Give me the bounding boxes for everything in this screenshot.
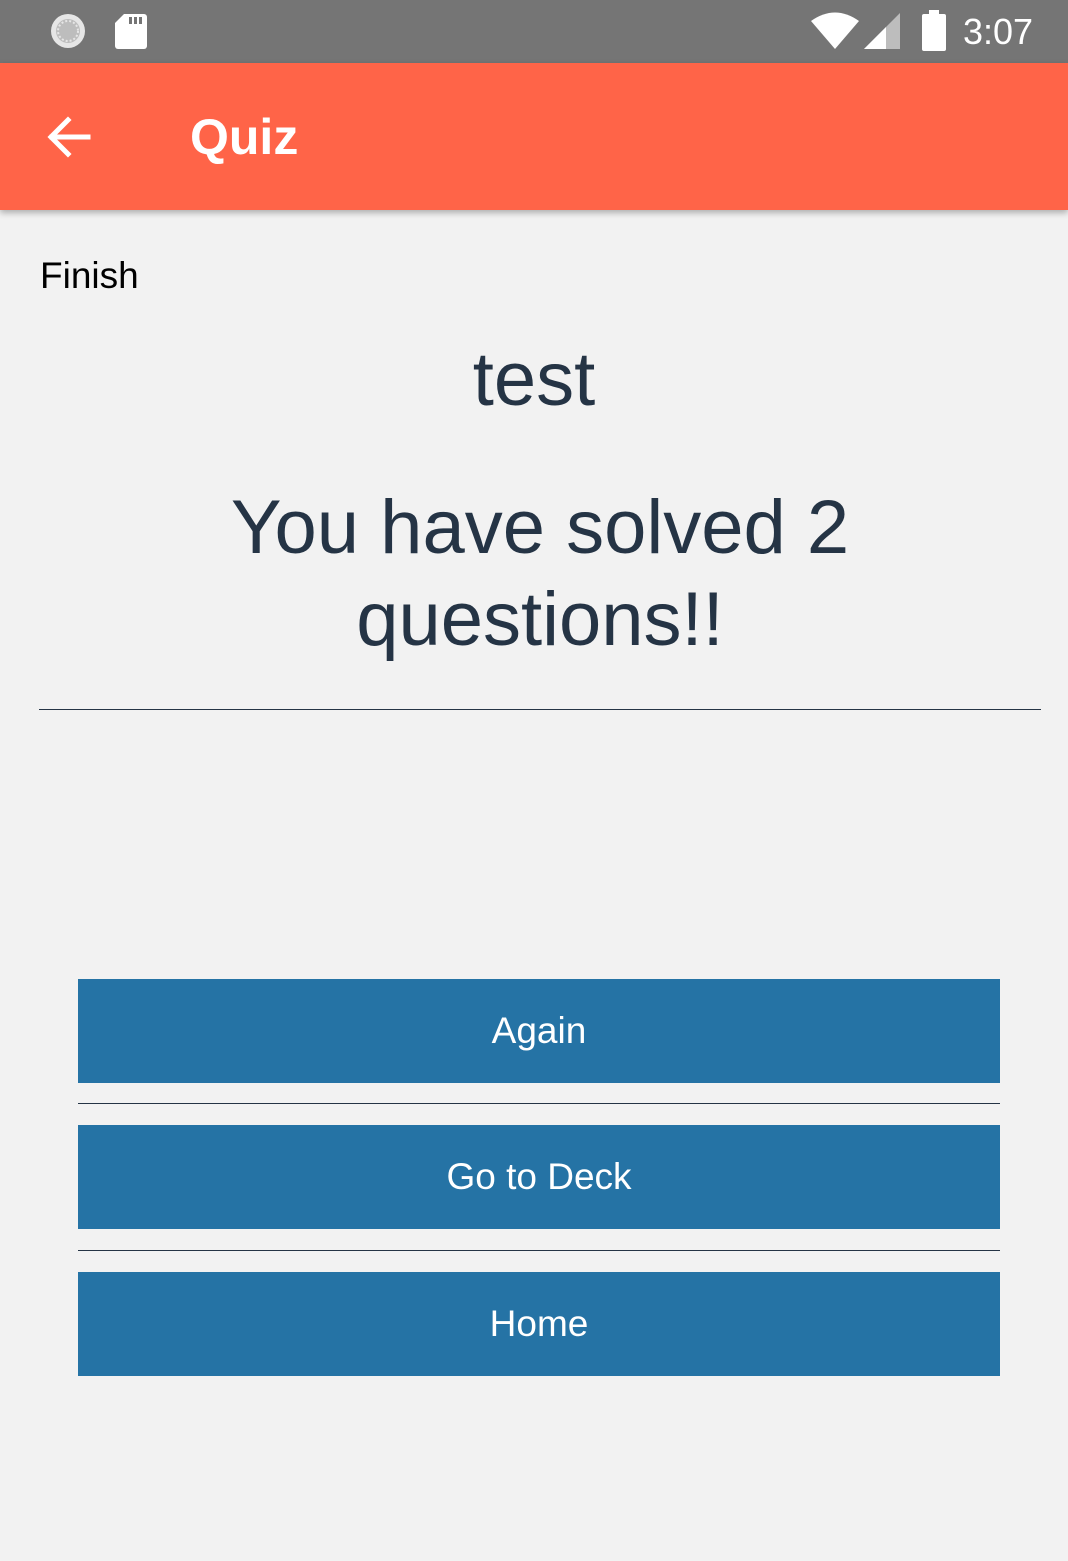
home-button[interactable]: Home	[78, 1272, 1000, 1376]
status-bar: 3:07	[0, 0, 1068, 63]
again-button[interactable]: Again	[78, 979, 1000, 1083]
cell-signal-icon	[864, 13, 900, 49]
sd-card-icon	[115, 14, 147, 49]
arrow-back-icon	[47, 116, 91, 158]
button-divider	[78, 1250, 1000, 1251]
back-button[interactable]	[28, 91, 110, 183]
wifi-icon	[811, 12, 859, 49]
quiz-finish-screen: 3:07 Quiz Finish test You have solved 2 …	[0, 0, 1068, 1561]
go-to-deck-button[interactable]: Go to Deck	[78, 1125, 1000, 1229]
content-divider	[39, 709, 1041, 710]
sync-icon	[51, 14, 85, 48]
finish-label: Finish	[40, 255, 139, 296]
deck-title: test	[472, 337, 596, 422]
result-message: You have solved 2 questions!!	[230, 485, 850, 662]
page-title: Quiz	[190, 109, 299, 165]
button-divider	[78, 1103, 1000, 1104]
battery-icon	[922, 10, 946, 51]
status-time: 3:07	[963, 11, 1034, 52]
app-bar: Quiz	[0, 63, 1068, 210]
